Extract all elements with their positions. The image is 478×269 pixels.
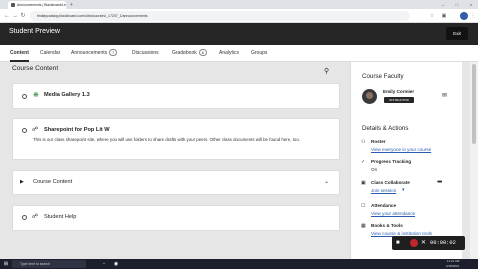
browser-tab[interactable]: Announcements | Blackboard Learn (8, 1, 66, 9)
reload-icon[interactable]: ↻ (19, 10, 27, 22)
back-arrow-icon[interactable]: ← (3, 10, 11, 22)
attendance-label: Attendance (371, 203, 397, 208)
url-field[interactable]: findlaycatalog.blackboard.com/ultra/cour… (30, 11, 410, 21)
profile-avatar[interactable] (460, 12, 468, 20)
attendance-icon: ☐ (361, 203, 366, 209)
attendance-link[interactable]: View your attendance (371, 211, 415, 216)
close-window-button[interactable]: × (464, 0, 478, 9)
books-tools-label: Books & Tools (371, 223, 403, 228)
join-session-link[interactable]: Join session (371, 188, 396, 193)
gradebook-count-badge: 6 (198, 49, 207, 57)
close-tab-icon[interactable]: × (60, 1, 62, 9)
taskbar-search-field[interactable]: Type here to search (12, 260, 86, 268)
more-options-icon[interactable]: ••• (437, 179, 442, 186)
tab-discussions-label: Discussions (132, 50, 159, 56)
item-title-sharepoint[interactable]: Sharepoint for Pop Lit W (44, 127, 110, 133)
roster-label: Roster (371, 139, 386, 144)
scrollbar-thumb[interactable] (472, 64, 476, 144)
star-bookmark-icon[interactable]: ☆ (428, 11, 436, 21)
item-description-sharepoint: This is our class sharepoint site, where… (33, 137, 300, 142)
task-view-icon[interactable]: ▫ (100, 260, 108, 268)
item-visibility-radio[interactable] (22, 215, 27, 220)
details-actions-heading: Details & Actions (362, 125, 409, 132)
course-faculty-heading: Course Faculty (362, 73, 404, 80)
media-gallery-icon: ❋ (33, 92, 39, 99)
chevron-down-icon[interactable]: ⌄ (324, 178, 329, 185)
new-tab-button[interactable]: + (70, 1, 73, 9)
avatar-face (366, 92, 373, 99)
chrome-taskbar-icon[interactable]: ◉ (112, 260, 120, 268)
tab-content[interactable]: Content (10, 45, 29, 62)
stop-record-icon[interactable]: ■ (396, 238, 400, 248)
tab-announcements-label: Announcements (71, 50, 108, 56)
forward-arrow-icon[interactable]: → (11, 10, 19, 22)
chevron-down-icon[interactable]: ▾ (402, 187, 405, 193)
search-icon[interactable]: ⚲ (324, 67, 329, 75)
student-preview-header (0, 23, 478, 45)
recording-timer: 00:00:02 (430, 240, 456, 246)
browser-menu-icon[interactable]: ⋮ (469, 11, 477, 21)
mail-icon[interactable]: ✉ (442, 92, 447, 99)
roster-icon: ⚇ (361, 139, 366, 145)
progress-check-icon: ✓ (361, 159, 366, 165)
link-icon: ☍ (32, 214, 39, 220)
item-title-course-content[interactable]: Course Content (33, 179, 72, 185)
tab-gradebook[interactable]: Gradebook 6 (172, 45, 207, 62)
tab-groups[interactable]: Groups (251, 45, 267, 62)
books-tools-icon: ▦ (361, 223, 366, 229)
tab-groups-label: Groups (251, 50, 268, 56)
item-title-media-gallery[interactable]: Media Gallery 1.3 (44, 92, 90, 98)
taskbar-clock: 11:21 AM 2/18/2021 (446, 259, 459, 269)
tab-announcements[interactable]: Announcements 7 (71, 45, 118, 62)
roster-link[interactable]: View everyone in your course (371, 147, 431, 152)
class-collaborate-label: Class Collaborate (371, 180, 410, 185)
announcements-count-badge: 7 (109, 49, 118, 57)
item-title-student-help[interactable]: Student Help (44, 214, 76, 220)
link-icon: ☍ (32, 127, 39, 133)
tab-analytics[interactable]: Analytics (219, 45, 239, 62)
instructor-badge: INSTRUCTOR (384, 97, 414, 103)
page-title: Student Preview (9, 28, 60, 35)
progress-tracking-label: Progress Tracking (371, 159, 412, 164)
tab-analytics-label: Analytics (219, 50, 240, 56)
extension-puzzle-icon[interactable]: ▣ (440, 11, 448, 21)
tab-content-label: Content (10, 50, 29, 56)
windows-start-icon[interactable]: ⊞ (2, 260, 10, 268)
exit-button[interactable]: Exit (446, 27, 468, 40)
cancel-record-icon[interactable]: ✕ (421, 238, 426, 248)
tab-discussions[interactable]: Discussions (132, 45, 159, 62)
collaborate-icon: ▣ (361, 180, 366, 186)
item-visibility-radio[interactable] (22, 94, 27, 99)
tab-calendar[interactable]: Calendar (40, 45, 60, 62)
faculty-name[interactable]: Emily Cormier (383, 89, 414, 94)
tab-calendar-label: Calendar (40, 50, 61, 56)
minimize-window-button[interactable]: – (436, 0, 450, 9)
progress-tracking-value: On (371, 167, 378, 172)
collapsed-arrow-icon: ▶ (20, 179, 24, 185)
blackboard-favicon-icon (11, 3, 15, 7)
tab-gradebook-label: Gradebook (172, 50, 197, 56)
record-pause-button[interactable] (410, 239, 418, 247)
maximize-window-button[interactable]: □ (450, 0, 464, 9)
course-content-heading: Course Content (12, 65, 59, 72)
taskbar-date: 2/18/2021 (446, 264, 460, 268)
item-visibility-radio[interactable] (22, 128, 27, 133)
